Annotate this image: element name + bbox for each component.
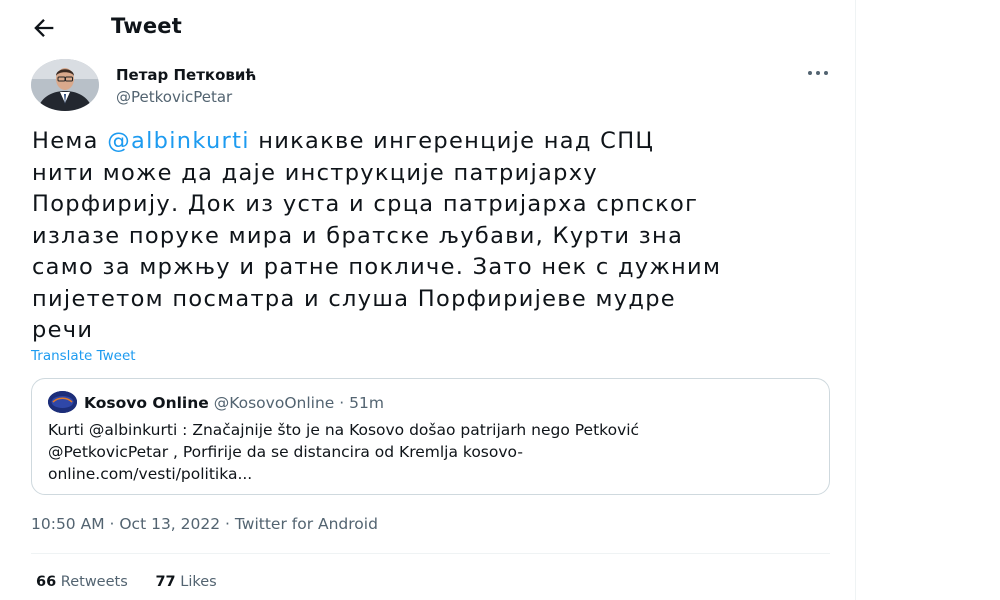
author-name[interactable]: Петар Петковић [116, 66, 256, 84]
author-avatar[interactable] [31, 59, 99, 111]
tweet-line: Порфирију. Док из уста и срца патријарха… [32, 191, 699, 217]
tweet-source-link[interactable]: Twitter for Android [235, 515, 378, 533]
divider [31, 553, 830, 554]
quoted-tweet-line: online.com/vesti/politika... [48, 465, 253, 483]
quoted-tweet-meta: Kosovo Online @KosovoOnline · 51m [84, 394, 384, 412]
translate-tweet-link[interactable]: Translate Tweet [31, 348, 136, 364]
quoted-tweet-line: Kurti @albinkurti : Značajnije što je na… [48, 421, 640, 439]
meta-separator: · [220, 515, 235, 533]
tweet-timestamp: 10:50 AM · Oct 13, 2022 · Twitter for An… [31, 515, 378, 533]
author-handle[interactable]: @PetkovicPetar [116, 88, 232, 106]
avatar-image [31, 59, 99, 111]
quoted-tweet-text: Kurti @albinkurti : Značajnije što je na… [48, 419, 818, 485]
tweet-line: нити може да даје инструкције патријарху [32, 159, 598, 186]
retweets-label: Retweets [56, 574, 128, 590]
tweet-time[interactable]: 10:50 AM [31, 515, 105, 533]
quoted-tweet-card[interactable]: Kosovo Online @KosovoOnline · 51m Kurti … [31, 378, 830, 495]
retweets-count: 66 [36, 574, 57, 590]
tweet-column: Tweet Петар Петковић @PetkovicPetar Нема… [0, 0, 856, 600]
engagement-stats: 66 Retweets 77 Likes [36, 574, 217, 590]
tweet-line: Нема @albinkurti никакве ингеренције над… [32, 126, 832, 158]
retweets-stat[interactable]: 66 Retweets [36, 574, 128, 590]
tweet-text-segment: Нема [32, 128, 108, 154]
tweet-date[interactable]: Oct 13, 2022 [119, 515, 220, 533]
quoted-tweet-time: 51m [349, 394, 384, 412]
tweet-text: Нема @albinkurti никакве ингеренције над… [32, 126, 832, 347]
tweet-line: речи [32, 317, 94, 343]
mention-link[interactable]: @albinkurti [107, 128, 250, 154]
meta-separator: · [104, 515, 120, 533]
quoted-author-avatar [48, 391, 77, 413]
arrow-left-icon[interactable] [30, 14, 58, 42]
tweet-line: само за мржњу и ратне покличе. Зато нек … [32, 254, 722, 280]
page-title: Tweet [111, 14, 182, 38]
kosovo-online-logo-icon [48, 391, 77, 413]
quoted-author-name: Kosovo Online [84, 394, 209, 412]
quoted-tweet-line: @PetkovicPetar , Porfirije da se distanc… [48, 443, 523, 461]
quoted-author-handle: @KosovoOnline [213, 394, 335, 412]
page-header: Tweet [0, 0, 855, 56]
tweet-line: пијететом посматра и слуша Порфиријеве м… [32, 285, 676, 312]
likes-stat[interactable]: 77 Likes [155, 574, 216, 590]
likes-label: Likes [175, 574, 217, 590]
tweet-text-segment: никакве ингеренције над СПЦ [249, 128, 655, 154]
tweet-line: излазе поруке мира и братске љубави, Кур… [32, 222, 684, 249]
meta-separator: · [334, 394, 350, 412]
likes-count: 77 [155, 574, 176, 590]
more-horizontal-icon[interactable] [806, 66, 830, 80]
